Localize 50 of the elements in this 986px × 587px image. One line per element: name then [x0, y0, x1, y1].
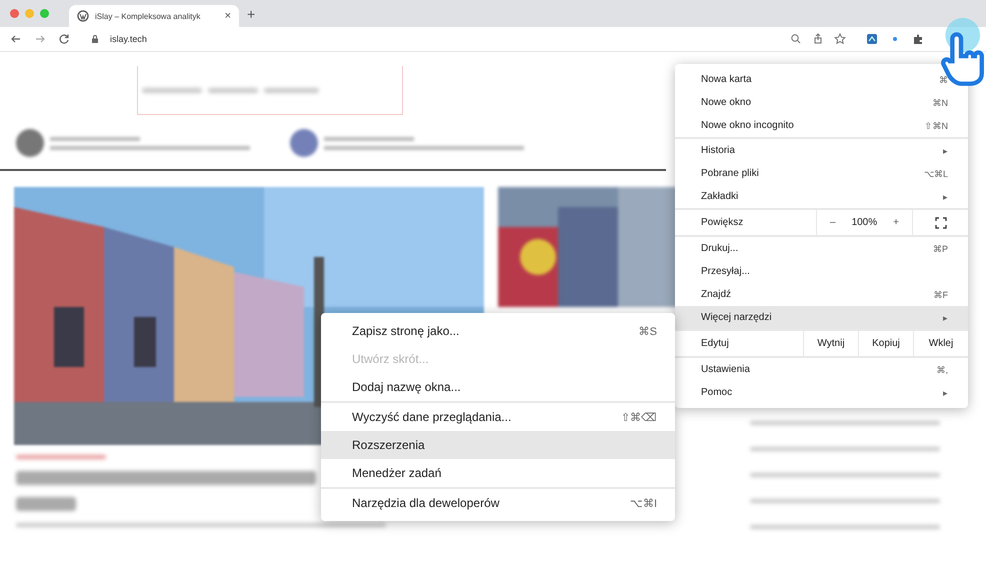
- menu-item[interactable]: Dodaj nazwę okna...: [321, 373, 675, 401]
- maximize-window-dot[interactable]: [40, 9, 49, 18]
- browser-tab[interactable]: iSlay – Kompleksowa analityk ×: [69, 5, 239, 27]
- menu-item[interactable]: Znajdź ⌘F: [675, 283, 968, 306]
- menu-item[interactable]: Rozszerzenia: [321, 431, 675, 459]
- search-icon[interactable]: [790, 33, 802, 45]
- avatar: [16, 129, 44, 157]
- menu-item[interactable]: Zapisz stronę jako... ⌘S: [321, 317, 675, 345]
- back-icon[interactable]: [10, 33, 22, 45]
- puzzle-icon[interactable]: [912, 33, 924, 45]
- menu-item[interactable]: Przesyłaj...: [675, 260, 968, 283]
- extension-dot-icon[interactable]: [890, 34, 900, 44]
- minimize-window-dot[interactable]: [25, 9, 34, 18]
- menu-label: Edytuj: [701, 338, 730, 349]
- extension-icon[interactable]: [866, 33, 878, 45]
- menu-item[interactable]: Historia ▸: [675, 139, 968, 162]
- menu-item[interactable]: Nowe okno ⌘N: [675, 91, 968, 114]
- menu-item[interactable]: Menedżer zadań: [321, 459, 675, 487]
- menu-item[interactable]: Pomoc ▸: [675, 381, 968, 404]
- menu-item: Utwórz skrót...: [351, 351, 430, 368]
- forward-icon[interactable]: [34, 33, 46, 45]
- reload-icon[interactable]: [58, 33, 70, 45]
- share-icon[interactable]: [812, 33, 824, 45]
- url-text: islay.tech: [110, 34, 147, 44]
- zoom-out-button[interactable]: –: [830, 217, 836, 228]
- menu-item[interactable]: Nowe okno incognito ⇧⌘N: [675, 114, 968, 137]
- close-tab-button[interactable]: ×: [224, 10, 231, 22]
- tab-title: iSlay – Kompleksowa analityk: [95, 12, 202, 20]
- menu-item[interactable]: Drukuj... ⌘P: [675, 237, 968, 260]
- menu-item[interactable]: Wyczyść dane przeglądania... ⇧⌘⌫: [321, 403, 675, 431]
- edit-button[interactable]: Kopiuj: [858, 331, 913, 356]
- avatar: [290, 129, 318, 157]
- fullscreen-icon[interactable]: [934, 216, 946, 228]
- close-window-dot[interactable]: [10, 9, 19, 18]
- site-logo-icon: [77, 10, 89, 22]
- lock-icon: [90, 34, 100, 44]
- zoom-value: 100%: [852, 217, 878, 228]
- edit-button[interactable]: Wytnij: [803, 331, 858, 356]
- menu-label: Powiększ: [701, 217, 744, 228]
- edit-button[interactable]: Wklej: [913, 331, 968, 356]
- menu-item[interactable]: Więcej narzędzi ▸: [675, 306, 968, 329]
- menu-item[interactable]: Zakładki ▸: [675, 185, 968, 208]
- zoom-in-button[interactable]: +: [893, 217, 899, 228]
- blurred-headline: [16, 497, 76, 511]
- star-icon[interactable]: [834, 33, 846, 45]
- menu-item[interactable]: Pobrane pliki ⌥⌘L: [675, 162, 968, 185]
- new-tab-button[interactable]: +: [247, 6, 256, 22]
- address-bar[interactable]: islay.tech: [82, 29, 854, 49]
- menu-item[interactable]: Narzędzia dla deweloperów ⌥⌘I: [321, 489, 675, 517]
- menu-item[interactable]: Ustawienia ⌘,: [675, 358, 968, 381]
